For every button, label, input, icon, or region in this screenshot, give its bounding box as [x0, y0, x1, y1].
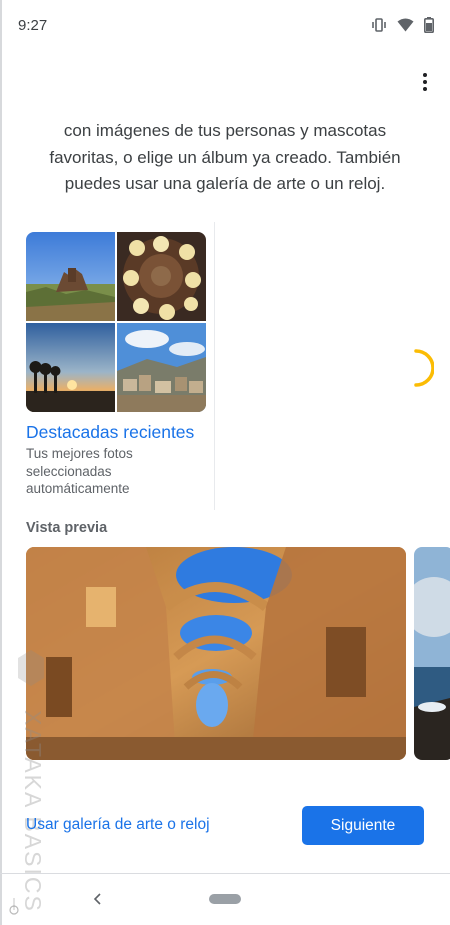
album-photo-dessert — [117, 232, 206, 321]
screen-edge — [0, 0, 2, 925]
home-pill-icon[interactable] — [209, 894, 241, 904]
album-title: Destacadas recientes — [26, 422, 195, 442]
status-icons — [371, 17, 434, 33]
preview-label: Vista previa — [26, 520, 108, 536]
progress-spinner-icon — [414, 349, 434, 387]
next-button[interactable]: Siguiente — [302, 806, 424, 845]
status-time: 9:27 — [18, 17, 48, 34]
preview-image-ruins[interactable] — [26, 547, 406, 760]
watermark-timeline-icon — [9, 898, 19, 915]
battery-icon — [424, 17, 434, 33]
preview-image-coast[interactable] — [414, 547, 450, 760]
album-photo-castle — [26, 232, 115, 321]
intro-text: con imágenes de tus personas y mascotas … — [49, 121, 401, 193]
nav-divider — [0, 873, 450, 874]
album-photo-sunset — [26, 323, 115, 412]
album-description: Tus mejores fotos seleccionadas automáti… — [26, 446, 133, 496]
status-bar: 9:27 — [0, 0, 450, 52]
album-thumbnail-grid — [26, 232, 206, 412]
album-card-destacadas[interactable]: Destacadas recientes Tus mejores fotos s… — [26, 232, 206, 502]
wifi-icon — [397, 18, 414, 32]
back-chevron-icon[interactable] — [88, 889, 108, 909]
vibrate-icon — [372, 18, 386, 32]
use-art-gallery-button[interactable]: Usar galería de arte o reloj — [26, 816, 210, 834]
more-vert-icon[interactable] — [420, 73, 430, 95]
album-photo-village — [117, 323, 206, 412]
album-divider — [214, 222, 215, 510]
